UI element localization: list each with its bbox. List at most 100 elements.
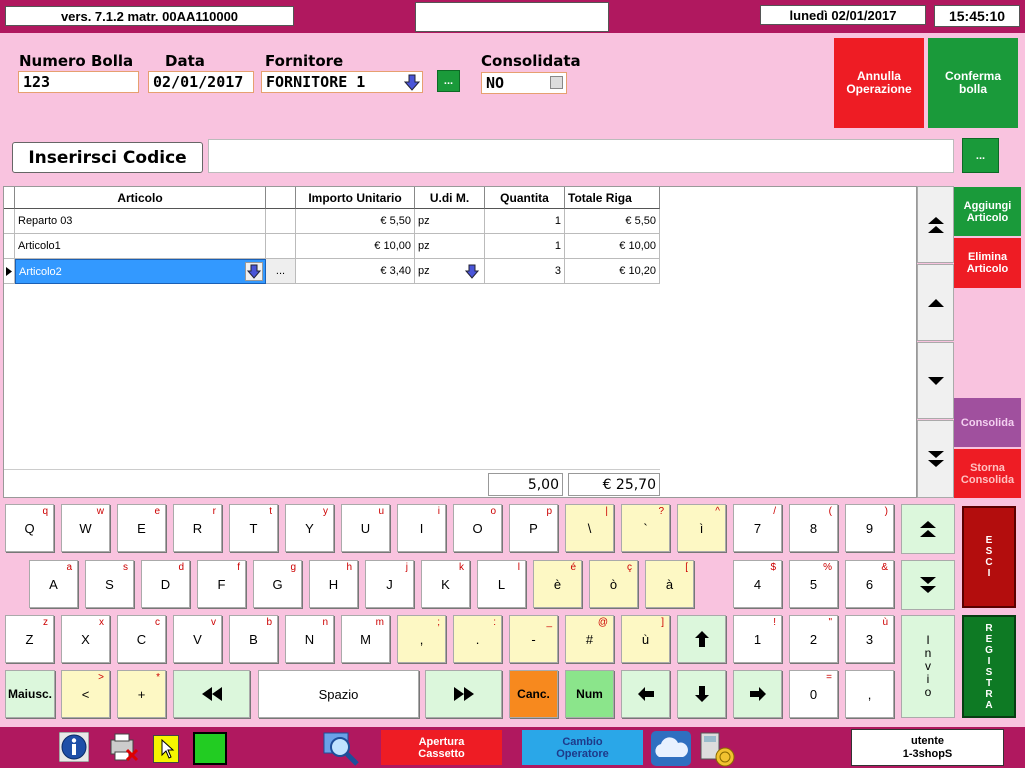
numero-bolla-input[interactable]: 123 bbox=[18, 71, 139, 93]
spazio-key[interactable]: Spazio bbox=[258, 670, 419, 718]
scroll-bottom-button[interactable] bbox=[917, 420, 954, 498]
key-1-10[interactable]: \ | bbox=[565, 504, 614, 552]
articolo-dropdown-arrow-icon[interactable] bbox=[245, 262, 263, 281]
cambio-operatore-button[interactable]: Cambio Operatore bbox=[522, 730, 643, 765]
consolida-button[interactable]: Consolida bbox=[954, 398, 1021, 447]
key-1-4[interactable]: Tt bbox=[229, 504, 278, 552]
search-icon[interactable] bbox=[322, 731, 362, 767]
info-icon[interactable] bbox=[58, 731, 90, 763]
num-key[interactable]: Num bbox=[565, 670, 614, 718]
consolidata-checkbox[interactable] bbox=[550, 76, 563, 89]
key-num-1-15[interactable]: 9) bbox=[845, 504, 894, 552]
key-plus[interactable]: + * bbox=[117, 670, 166, 718]
key-3-6[interactable]: Mm bbox=[341, 615, 390, 663]
annulla-operazione-button[interactable]: Annulla Operazione bbox=[834, 38, 924, 128]
kb-page-down-key[interactable] bbox=[901, 560, 955, 610]
key-num-3-12[interactable]: 1! bbox=[733, 615, 782, 663]
cell-totale[interactable]: € 5,50 bbox=[565, 209, 660, 234]
esci-button[interactable]: E S C I bbox=[962, 506, 1016, 608]
right-arrow-key[interactable] bbox=[733, 670, 782, 718]
aggiungi-articolo-button[interactable]: Aggiungi Articolo bbox=[954, 187, 1021, 236]
key-3-9[interactable]: - _ bbox=[509, 615, 558, 663]
elimina-articolo-button[interactable]: Elimina Articolo bbox=[954, 238, 1021, 288]
cloud-icon[interactable] bbox=[651, 731, 691, 766]
key-3-5[interactable]: Nn bbox=[285, 615, 334, 663]
key-3-1[interactable]: Xx bbox=[61, 615, 110, 663]
scroll-up-button[interactable] bbox=[917, 264, 954, 341]
key-1-6[interactable]: Uu bbox=[341, 504, 390, 552]
udim-dropdown-arrow-icon[interactable] bbox=[464, 263, 480, 280]
rewind-key[interactable] bbox=[173, 670, 250, 718]
key-2-5[interactable]: Hh bbox=[309, 560, 358, 608]
row-selector[interactable] bbox=[4, 209, 15, 234]
key-2-2[interactable]: Dd bbox=[141, 560, 190, 608]
key-num-2-13[interactable]: 5% bbox=[789, 560, 838, 608]
key-2-9[interactable]: èé bbox=[533, 560, 582, 608]
maiusc-key[interactable]: Maiusc. bbox=[5, 670, 55, 718]
row-selector-current[interactable] bbox=[4, 259, 15, 284]
key-1-3[interactable]: Rr bbox=[173, 504, 222, 552]
key-3-3[interactable]: Vv bbox=[173, 615, 222, 663]
key-num-3-14[interactable]: 3ù bbox=[845, 615, 894, 663]
registra-button[interactable]: R E G I S T R A bbox=[962, 615, 1016, 718]
key-2-3[interactable]: Ff bbox=[197, 560, 246, 608]
left-arrow-key[interactable] bbox=[621, 670, 670, 718]
calculator-coins-icon[interactable] bbox=[697, 729, 737, 767]
key-1-0[interactable]: Qq bbox=[5, 504, 54, 552]
key-lt[interactable]: < > bbox=[61, 670, 110, 718]
key-3-11[interactable]: ù] bbox=[621, 615, 670, 663]
up-arrow-key[interactable] bbox=[677, 615, 726, 663]
key-2-8[interactable]: Ll bbox=[477, 560, 526, 608]
key-2-6[interactable]: Jj bbox=[365, 560, 414, 608]
cell-action[interactable] bbox=[266, 209, 296, 234]
cell-importo[interactable]: € 10,00 bbox=[296, 234, 415, 259]
key-3-7[interactable]: ,; bbox=[397, 615, 446, 663]
key-num-2-12[interactable]: 4 $ bbox=[733, 560, 782, 608]
status-indicator[interactable] bbox=[193, 732, 227, 765]
key-3-0[interactable]: Zz bbox=[5, 615, 54, 663]
key-1-7[interactable]: Ii bbox=[397, 504, 446, 552]
key-3-10[interactable]: # @ bbox=[565, 615, 614, 663]
key-num-2-14[interactable]: 6 & bbox=[845, 560, 894, 608]
cell-quantita[interactable]: 1 bbox=[485, 234, 565, 259]
data-input[interactable]: 02/01/2017 bbox=[148, 71, 254, 93]
cell-importo[interactable]: € 5,50 bbox=[296, 209, 415, 234]
key-2-11[interactable]: à[ bbox=[645, 560, 694, 608]
cell-articolo[interactable]: Reparto 03 bbox=[15, 209, 266, 234]
codice-browse-button[interactable]: ... bbox=[962, 138, 999, 173]
key-1-9[interactable]: Pp bbox=[509, 504, 558, 552]
scroll-top-button[interactable] bbox=[917, 186, 954, 263]
canc-key[interactable]: Canc. bbox=[509, 670, 558, 718]
cursor-icon[interactable] bbox=[153, 735, 179, 763]
inserisci-codice-button[interactable]: Inserirsci Codice bbox=[12, 142, 203, 173]
fornitore-browse-button[interactable]: ... bbox=[437, 70, 460, 92]
invio-key[interactable]: I n v i o bbox=[901, 615, 955, 718]
cell-quantita[interactable]: 1 bbox=[485, 209, 565, 234]
fast-forward-key[interactable] bbox=[425, 670, 502, 718]
key-3-2[interactable]: Cc bbox=[117, 615, 166, 663]
key-1-5[interactable]: Yy bbox=[285, 504, 334, 552]
cell-udim[interactable]: pz bbox=[415, 234, 485, 259]
key-0[interactable]: 0 = bbox=[789, 670, 838, 718]
key-num-1-14[interactable]: 8( bbox=[789, 504, 838, 552]
key-1-1[interactable]: Ww bbox=[61, 504, 110, 552]
key-3-4[interactable]: Bb bbox=[229, 615, 278, 663]
kb-page-up-key[interactable] bbox=[901, 504, 955, 554]
key-2-1[interactable]: Ss bbox=[85, 560, 134, 608]
fornitore-dropdown-arrow-icon[interactable] bbox=[403, 73, 421, 91]
cell-udim[interactable]: pz bbox=[415, 209, 485, 234]
apertura-cassetto-button[interactable]: Apertura Cassetto bbox=[381, 730, 502, 765]
key-3-8[interactable]: .: bbox=[453, 615, 502, 663]
cell-action-button[interactable]: ... bbox=[266, 259, 296, 284]
key-num-1-13[interactable]: 7/ bbox=[733, 504, 782, 552]
row-selector[interactable] bbox=[4, 234, 15, 259]
key-1-11[interactable]: `? bbox=[621, 504, 670, 552]
cell-articolo[interactable]: Articolo1 bbox=[15, 234, 266, 259]
key-comma[interactable]: , bbox=[845, 670, 894, 718]
cell-quantita[interactable]: 3 bbox=[485, 259, 565, 284]
cell-importo[interactable]: € 3,40 bbox=[296, 259, 415, 284]
key-1-2[interactable]: Ee bbox=[117, 504, 166, 552]
key-2-7[interactable]: Kk bbox=[421, 560, 470, 608]
key-1-12[interactable]: ì ^ bbox=[677, 504, 726, 552]
conferma-bolla-button[interactable]: Conferma bolla bbox=[928, 38, 1018, 128]
